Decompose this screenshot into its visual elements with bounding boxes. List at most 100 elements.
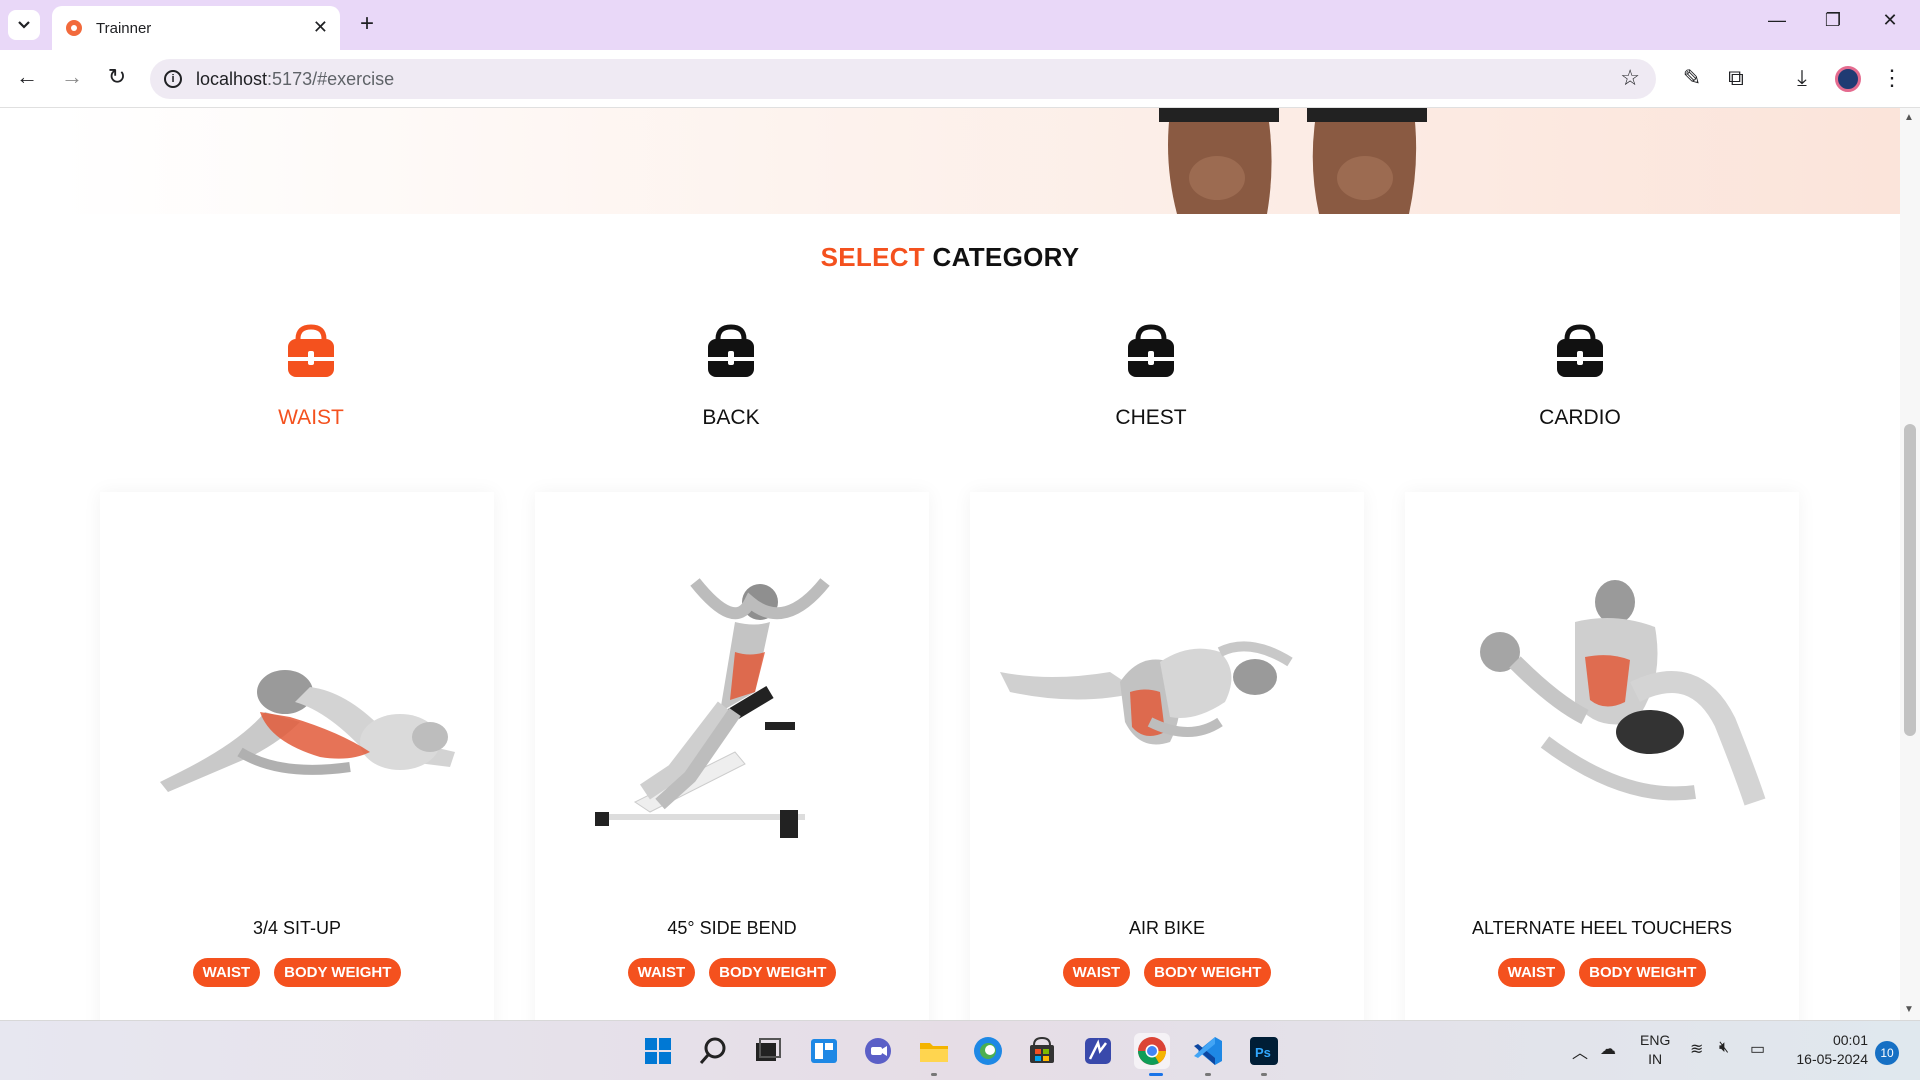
category-back[interactable]: BACK — [631, 323, 831, 430]
gym-bag-icon — [1128, 324, 1174, 377]
chrome-icon[interactable] — [1134, 1033, 1170, 1069]
magnifier-icon — [699, 1037, 726, 1064]
page-title: SELECT CATEGORY — [0, 242, 1900, 273]
eyedropper-icon[interactable]: ✎ — [1677, 65, 1707, 91]
page-title-accent: SELECT — [820, 242, 925, 272]
category-waist[interactable]: WAIST — [211, 323, 411, 430]
minimize-icon[interactable]: — — [1757, 10, 1797, 31]
windows-logo-icon — [645, 1038, 671, 1064]
running-indicator — [931, 1073, 937, 1076]
page-viewport: SELECT CATEGORY WAIST BACK CHEST CARDIO … — [0, 108, 1900, 1020]
tag-equipment[interactable]: BODY WEIGHT — [1144, 958, 1272, 987]
close-window-icon[interactable]: ✕ — [1870, 10, 1910, 31]
svg-text:Ps: Ps — [1255, 1045, 1271, 1060]
gym-bag-icon — [1557, 324, 1603, 377]
download-icon[interactable]: ⤓ — [1787, 65, 1817, 91]
tray-chevron-up-icon[interactable]: ︿ — [1572, 1039, 1588, 1063]
gym-bag-icon — [708, 324, 754, 377]
close-tab-icon[interactable]: ✕ — [313, 17, 328, 38]
teams-chat-icon[interactable] — [860, 1033, 896, 1069]
site-info-icon[interactable]: i — [164, 70, 182, 88]
exercise-card[interactable]: 3/4 SIT-UP WAIST BODY WEIGHT — [100, 492, 494, 1020]
exercise-card[interactable]: AIR BIKE WAIST BODY WEIGHT — [970, 492, 1364, 1020]
speaker-muted-icon[interactable]: 🔇︎ — [1719, 1039, 1729, 1057]
url-text[interactable]: localhost:5173/#exercise — [196, 69, 394, 90]
exercise-name: AIR BIKE — [1128, 918, 1206, 938]
exercise-name: 3/4 SIT-UP — [252, 918, 342, 938]
running-indicator — [1149, 1073, 1163, 1076]
photoshop-icon[interactable]: Ps — [1246, 1033, 1282, 1069]
file-explorer-icon[interactable] — [916, 1033, 952, 1069]
exercise-tags: WAIST BODY WEIGHT — [535, 958, 929, 987]
page-scrollbar[interactable]: ▲ ▼ — [1900, 108, 1920, 1020]
tag-bodypart[interactable]: WAIST — [1497, 958, 1566, 987]
app-icon[interactable] — [1080, 1033, 1116, 1069]
battery-icon[interactable]: ▭ — [1750, 1039, 1765, 1059]
address-bar[interactable]: i localhost:5173/#exercise ☆ — [150, 59, 1656, 99]
category-cardio[interactable]: CARDIO — [1480, 323, 1680, 430]
url-path: :5173/#exercise — [267, 69, 395, 89]
search-icon[interactable] — [696, 1033, 732, 1069]
category-label: WAIST — [278, 406, 344, 429]
menu-kebab-icon[interactable]: ⋮ — [1877, 65, 1907, 91]
new-tab-icon[interactable]: + — [352, 10, 382, 38]
lang-code: ENG — [1640, 1032, 1671, 1048]
reload-icon[interactable]: ↻ — [102, 64, 132, 90]
system-clock[interactable]: 00:01 16-05-2024 — [1786, 1031, 1868, 1069]
input-language[interactable]: ENG IN — [1640, 1031, 1670, 1069]
browser-tabbar: Trainner ✕ + — ❐ ✕ — [0, 0, 1920, 50]
tag-equipment[interactable]: BODY WEIGHT — [274, 958, 402, 987]
exercise-card[interactable]: 45° SIDE BEND WAIST BODY WEIGHT — [535, 492, 929, 1020]
tag-bodypart[interactable]: WAIST — [192, 958, 261, 987]
bookmark-star-icon[interactable]: ☆ — [1620, 65, 1640, 91]
scroll-down-icon[interactable]: ▼ — [1904, 1004, 1914, 1015]
chevron-down-icon — [18, 21, 30, 29]
tag-equipment[interactable]: BODY WEIGHT — [709, 958, 837, 987]
exercise-illustration — [1000, 641, 1293, 745]
category-chest[interactable]: CHEST — [1051, 323, 1251, 430]
back-icon[interactable]: ← — [12, 64, 42, 90]
windows-taskbar: Ps ︿ ☁ ENG IN ≋ 🔇︎ ▭ 00:01 16-05-2024 10 — [0, 1020, 1920, 1080]
notification-badge[interactable]: 10 — [1875, 1041, 1899, 1065]
tab-title: Trainner — [96, 19, 152, 37]
clock-date: 16-05-2024 — [1796, 1051, 1868, 1067]
widgets-icon[interactable] — [806, 1033, 842, 1069]
onedrive-cloud-icon[interactable]: ☁ — [1600, 1039, 1616, 1059]
category-label: CHEST — [1115, 406, 1187, 429]
vscode-icon[interactable] — [1190, 1033, 1226, 1069]
extensions-icon[interactable]: ⧉ — [1721, 65, 1751, 91]
tab-search-button[interactable] — [8, 10, 40, 40]
running-indicator — [1261, 1073, 1267, 1076]
profile-avatar[interactable] — [1835, 66, 1861, 92]
restore-icon[interactable]: ❐ — [1813, 10, 1853, 31]
gym-bag-icon — [288, 324, 334, 377]
windows-start-icon[interactable] — [640, 1033, 676, 1069]
exercise-illustration — [160, 670, 455, 792]
browser-tab[interactable]: Trainner ✕ — [52, 6, 340, 50]
hero-legs-image — [1159, 108, 1427, 214]
lang-region: IN — [1648, 1051, 1663, 1067]
tag-bodypart[interactable]: WAIST — [627, 958, 696, 987]
browser-toolbar: ← → ↻ i localhost:5173/#exercise ☆ ✎ ⧉ ⤓… — [0, 50, 1920, 108]
scrollbar-thumb[interactable] — [1904, 424, 1916, 736]
task-view-icon[interactable] — [750, 1033, 786, 1069]
running-indicator — [1205, 1073, 1211, 1076]
tag-equipment[interactable]: BODY WEIGHT — [1579, 958, 1707, 987]
clock-time: 00:01 — [1832, 1032, 1868, 1048]
forward-icon[interactable]: → — [57, 64, 87, 90]
wifi-icon[interactable]: ≋ — [1690, 1039, 1703, 1059]
tab-favicon-icon — [66, 20, 82, 36]
category-label: BACK — [702, 406, 760, 429]
exercise-tags: WAIST BODY WEIGHT — [970, 958, 1364, 987]
url-host: localhost — [196, 69, 268, 89]
category-label: CARDIO — [1539, 406, 1621, 429]
exercise-card[interactable]: ALTERNATE HEEL TOUCHERS WAIST BODY WEIGH… — [1405, 492, 1799, 1020]
scroll-up-icon[interactable]: ▲ — [1904, 112, 1914, 123]
page-title-rest: CATEGORY — [925, 242, 1080, 272]
exercise-tags: WAIST BODY WEIGHT — [1405, 958, 1799, 987]
exercise-tags: WAIST BODY WEIGHT — [100, 958, 494, 987]
tag-bodypart[interactable]: WAIST — [1062, 958, 1131, 987]
edge-browser-icon[interactable] — [970, 1033, 1006, 1069]
hero-banner — [60, 108, 1900, 214]
store-icon[interactable] — [1024, 1033, 1060, 1069]
